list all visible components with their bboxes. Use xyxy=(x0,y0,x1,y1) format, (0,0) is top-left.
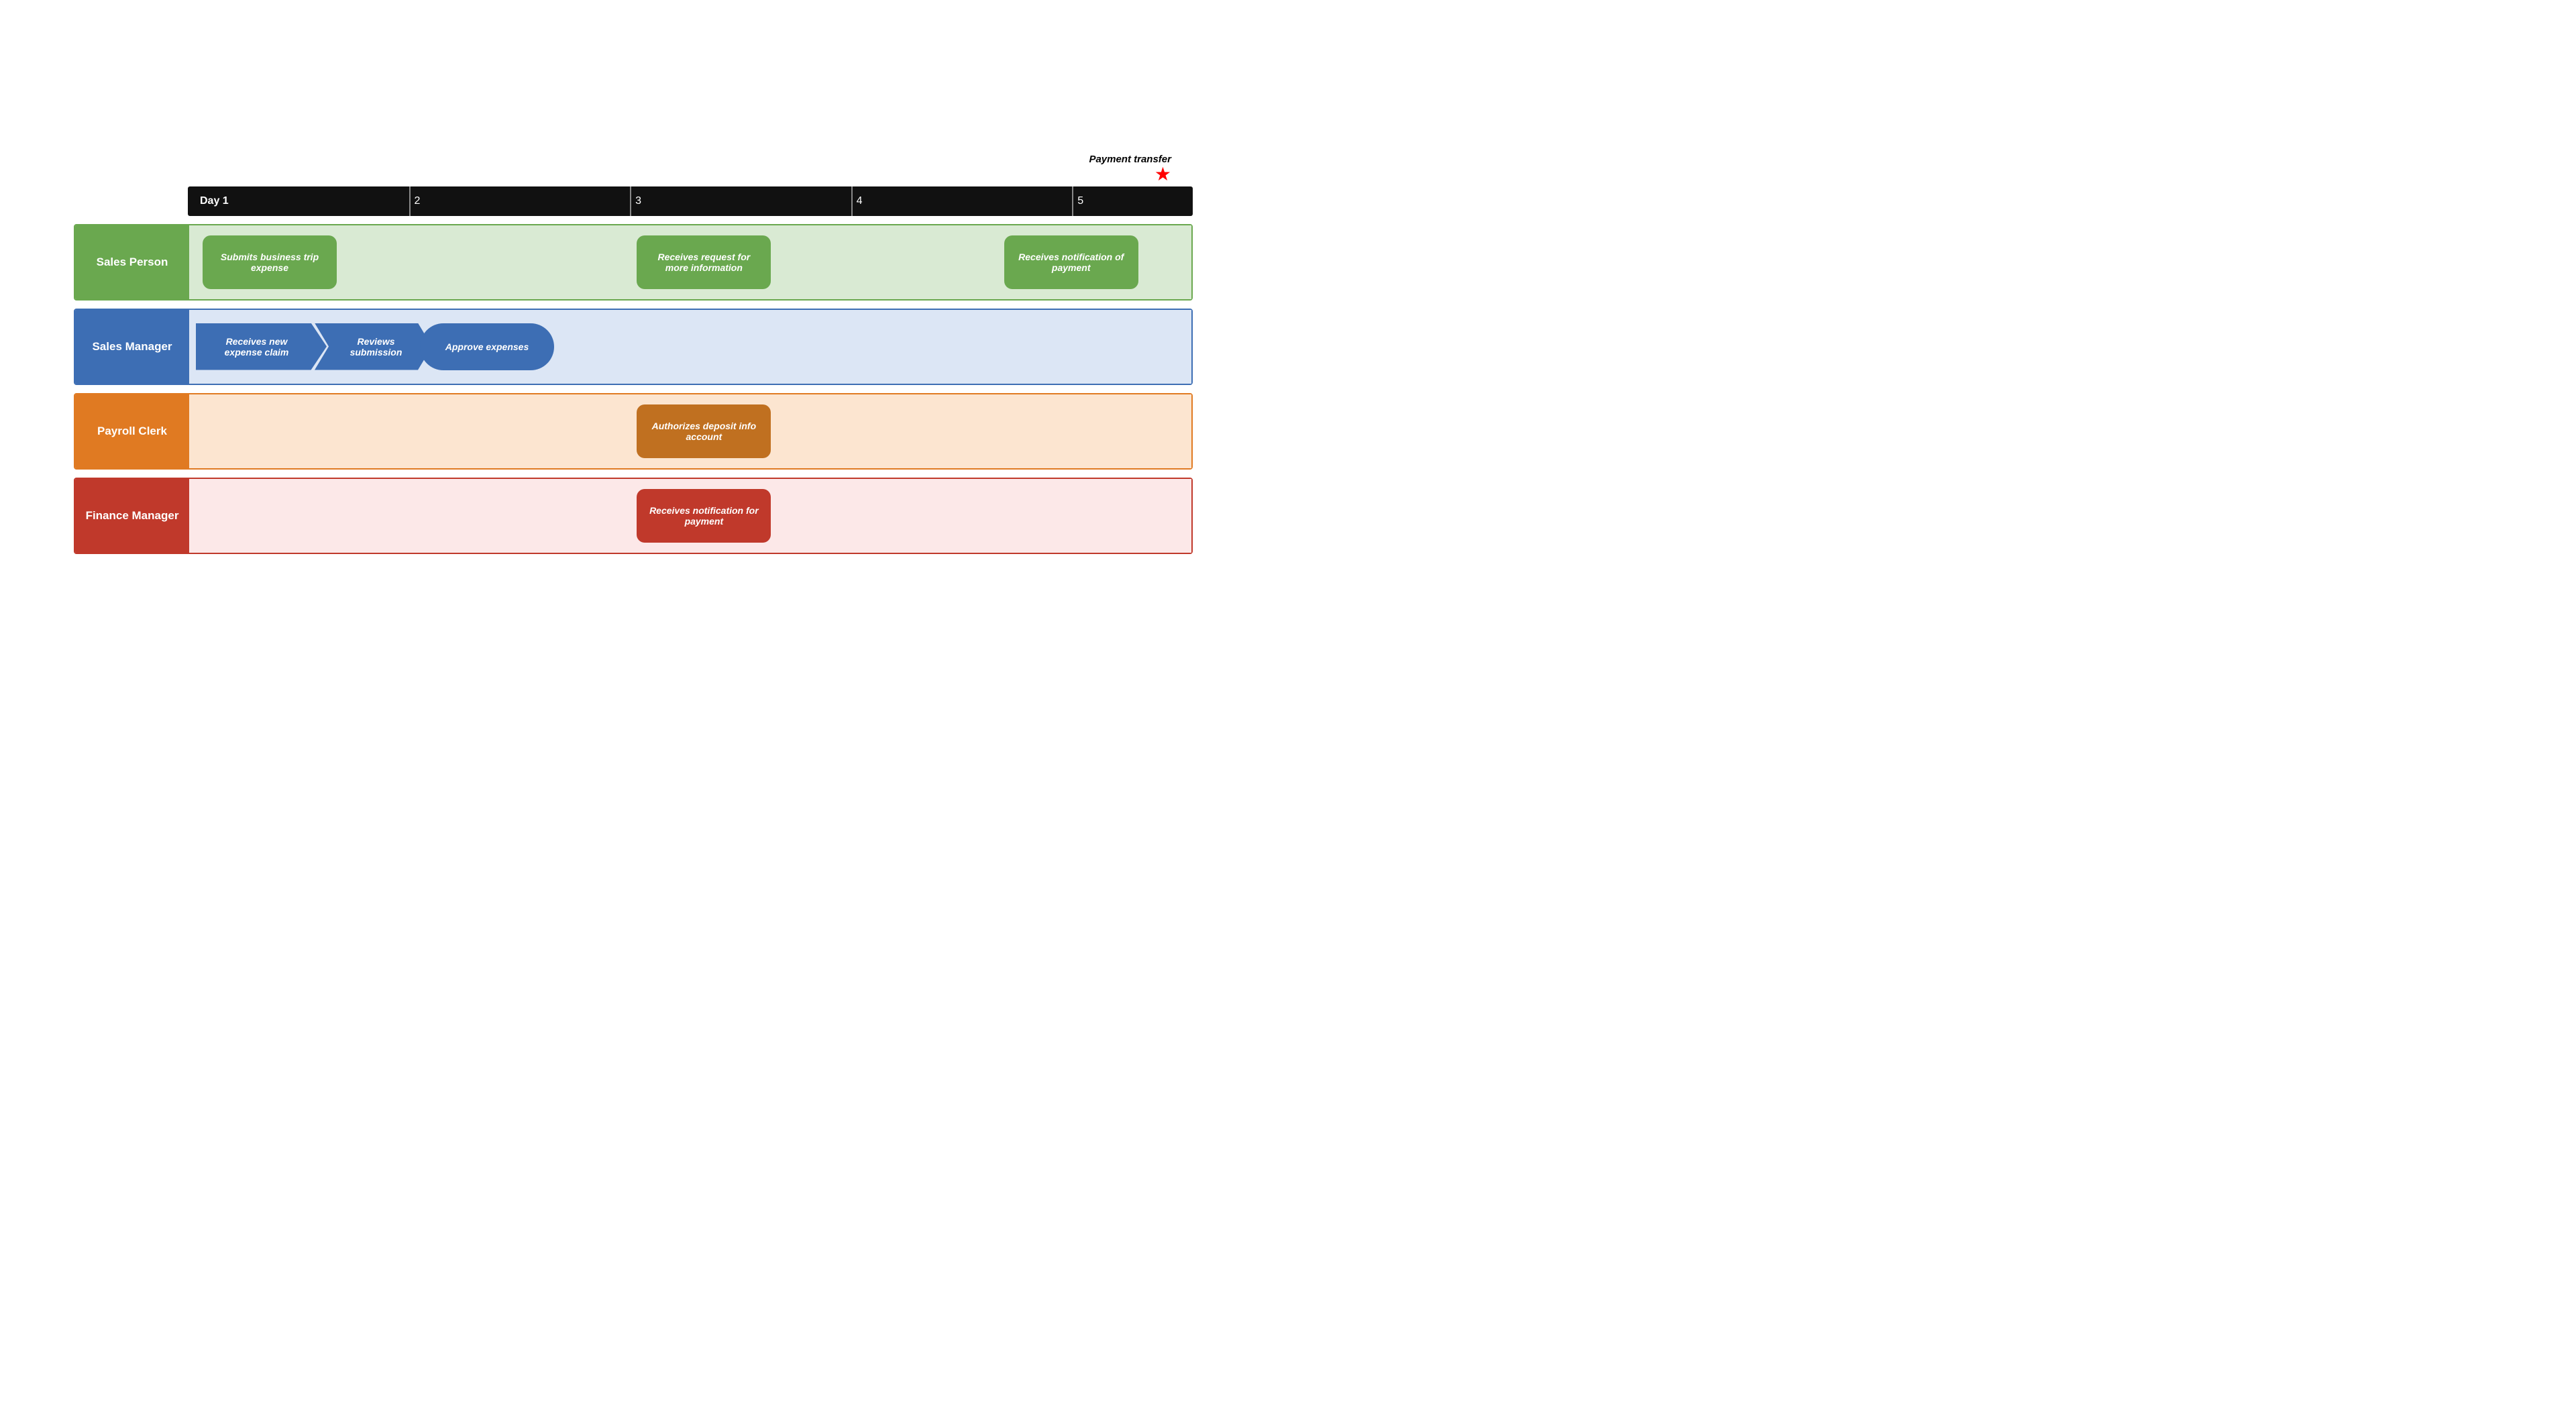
activity-reviews-submission: Reviews submission xyxy=(315,323,432,370)
lane-sales-manager-label: Sales Manager xyxy=(75,310,189,384)
activity-receives-new-claim: Receives new expense claim xyxy=(196,323,327,370)
lane-finance-manager: Finance Manager Receives notification fo… xyxy=(74,478,1193,554)
activity-receives-notification-payment: Receives notification of payment xyxy=(1004,235,1138,289)
timeline-tick-2: 2 xyxy=(415,195,421,207)
activity-receives-request-info: Receives request for more information xyxy=(637,235,771,289)
lane-payroll-clerk-label: Payroll Clerk xyxy=(75,394,189,468)
lane-finance-manager-content: Receives notification for payment xyxy=(189,479,1191,553)
lane-sales-person-label: Sales Person xyxy=(75,225,189,299)
timeline-tick-3: 3 xyxy=(635,195,641,207)
activity-submits-expense: Submits business trip expense xyxy=(203,235,337,289)
lane-finance-manager-label: Finance Manager xyxy=(75,479,189,553)
lane-sales-manager: Sales Manager Receives new expense claim… xyxy=(74,309,1193,385)
payment-transfer-text: Payment transfer xyxy=(1089,154,1171,165)
lane-sales-manager-content: Receives new expense claim Reviews submi… xyxy=(189,310,1191,384)
timeline-bar: Day 1 2 3 4 5 xyxy=(188,186,1193,216)
activity-receives-notification-for-payment: Receives notification for payment xyxy=(637,489,771,543)
timeline-day1-label: Day 1 xyxy=(200,195,229,207)
lane-payroll-clerk-content: Authorizes deposit info account xyxy=(189,394,1191,468)
lane-sales-person: Sales Person Submits business trip expen… xyxy=(74,224,1193,301)
payment-transfer-label: Payment transfer ★ xyxy=(1089,154,1171,184)
lane-payroll-clerk: Payroll Clerk Authorizes deposit info ac… xyxy=(74,393,1193,470)
lane-sales-person-content: Submits business trip expense Receives r… xyxy=(189,225,1191,299)
timeline-tick-4: 4 xyxy=(857,195,863,207)
activity-authorizes-deposit: Authorizes deposit info account xyxy=(637,404,771,458)
payment-transfer-star: ★ xyxy=(1155,165,1171,184)
timeline-tick-5: 5 xyxy=(1077,195,1083,207)
diagram-wrapper: Payment transfer ★ Day 1 2 3 4 5 Sales P… xyxy=(74,127,1214,581)
activity-approve-expenses: Approve expenses xyxy=(420,323,554,370)
